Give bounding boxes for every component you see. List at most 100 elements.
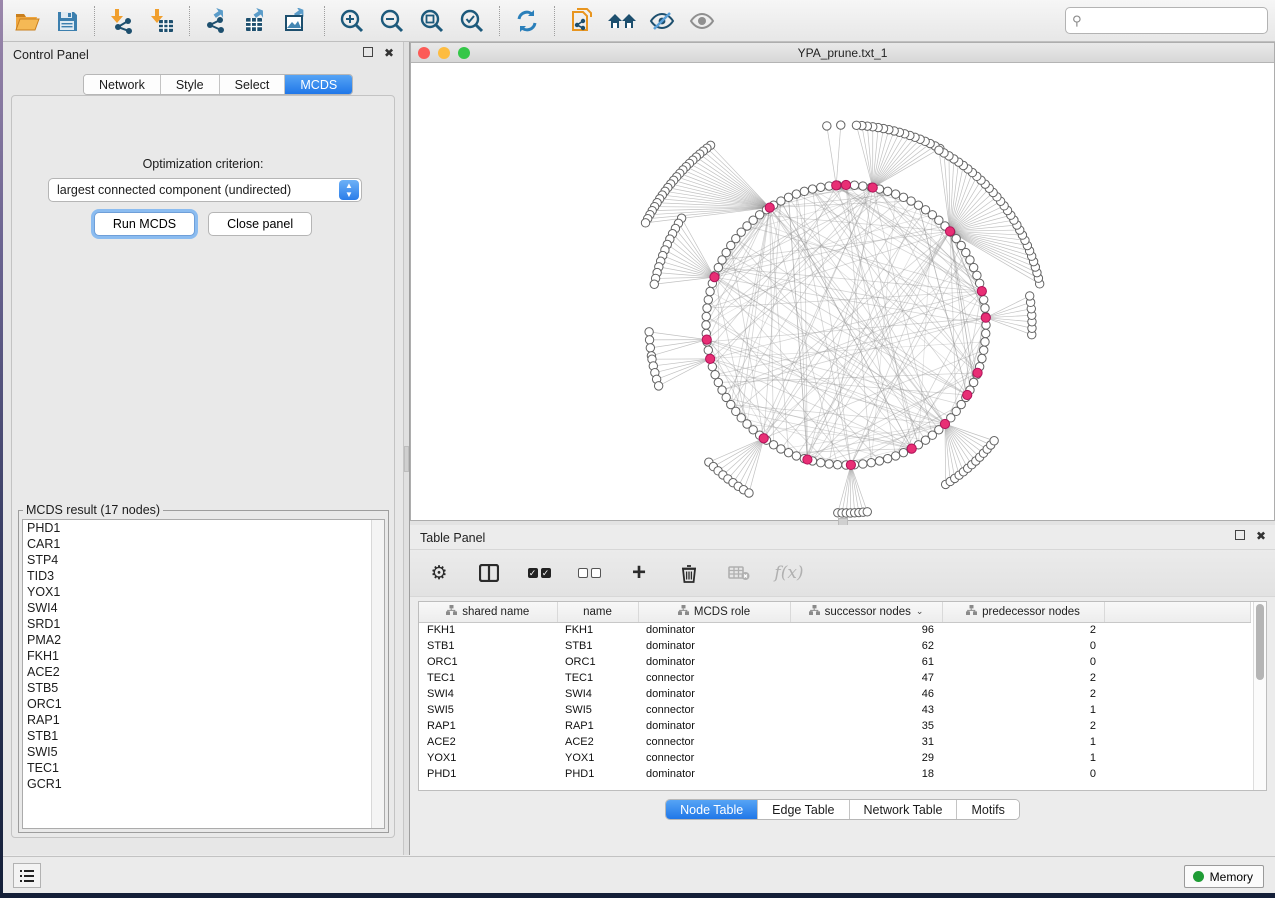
- table-tabs: Node TableEdge TableNetwork TableMotifs: [665, 799, 1020, 820]
- first-neighbors-icon[interactable]: [602, 3, 642, 39]
- select-all-icon[interactable]: ✓✓: [526, 560, 552, 586]
- search-input[interactable]: [1086, 8, 1267, 33]
- vertical-splitter[interactable]: [403, 42, 410, 855]
- float-panel-icon[interactable]: [363, 47, 373, 57]
- result-list-item[interactable]: PHD1: [23, 520, 384, 536]
- result-list-item[interactable]: YOX1: [23, 584, 384, 600]
- table-row[interactable]: STB1STB1dominator620: [419, 638, 1251, 654]
- splitter-grip[interactable]: [404, 446, 409, 472]
- show-all-icon[interactable]: [682, 3, 722, 39]
- task-history-icon[interactable]: [13, 863, 41, 888]
- result-list-item[interactable]: ACE2: [23, 664, 384, 680]
- deselect-all-icon[interactable]: [576, 560, 602, 586]
- result-list-item[interactable]: SRD1: [23, 616, 384, 632]
- save-session-icon[interactable]: [47, 3, 87, 39]
- tab-network-table[interactable]: Network Table: [850, 800, 958, 819]
- memory-button[interactable]: Memory: [1184, 865, 1264, 888]
- result-list-item[interactable]: RAP1: [23, 712, 384, 728]
- result-list-item[interactable]: TEC1: [23, 760, 384, 776]
- window-maximize-icon[interactable]: [458, 47, 470, 59]
- main-toolbar: ⚲: [3, 0, 1275, 42]
- function-builder-icon: f(x): [776, 560, 802, 586]
- close-panel-button[interactable]: Close panel: [208, 212, 312, 236]
- scrollbar-thumb[interactable]: [1256, 604, 1264, 680]
- export-network-icon[interactable]: [197, 3, 237, 39]
- table-row[interactable]: SWI5SWI5connector431: [419, 702, 1251, 718]
- table-row[interactable]: ACE2ACE2connector311: [419, 734, 1251, 750]
- hide-selection-icon[interactable]: [642, 3, 682, 39]
- result-list-item[interactable]: ORC1: [23, 696, 384, 712]
- table-cell: SWI4: [419, 686, 557, 702]
- column-header-MCDS-role[interactable]: MCDS role: [638, 602, 790, 622]
- close-panel-icon[interactable]: ✖: [383, 47, 395, 59]
- result-list-item[interactable]: SWI5: [23, 744, 384, 760]
- window-minimize-icon[interactable]: [438, 47, 450, 59]
- table-cell: dominator: [638, 638, 790, 654]
- toggle-panel-icon[interactable]: [476, 560, 502, 586]
- float-panel-icon[interactable]: [1235, 530, 1245, 540]
- window-close-icon[interactable]: [418, 47, 430, 59]
- zoom-fit-icon[interactable]: [412, 3, 452, 39]
- table-settings-icon[interactable]: ⚙: [426, 560, 452, 586]
- export-table-icon[interactable]: [237, 3, 277, 39]
- open-file-icon[interactable]: [7, 3, 47, 39]
- table-cell: YOX1: [557, 750, 638, 766]
- tab-style[interactable]: Style: [161, 75, 220, 94]
- toolbar-separator: [324, 6, 325, 36]
- result-list-item[interactable]: PMA2: [23, 632, 384, 648]
- table-cell: TEC1: [557, 670, 638, 686]
- result-list-item[interactable]: STP4: [23, 552, 384, 568]
- tab-network[interactable]: Network: [84, 75, 161, 94]
- column-header-name[interactable]: name: [557, 602, 638, 622]
- table-row[interactable]: FKH1FKH1dominator962: [419, 622, 1251, 638]
- result-list-item[interactable]: TID3: [23, 568, 384, 584]
- mcds-result-list[interactable]: PHD1CAR1STP4TID3YOX1SWI4SRD1PMA2FKH1ACE2…: [22, 519, 385, 829]
- column-header-shared-name[interactable]: shared name: [419, 602, 557, 622]
- import-network-icon[interactable]: [102, 3, 142, 39]
- result-list-item[interactable]: STB1: [23, 728, 384, 744]
- table-cell: STB1: [557, 638, 638, 654]
- column-header-predecessor-nodes[interactable]: predecessor nodes: [942, 602, 1104, 622]
- zoom-in-icon[interactable]: [332, 3, 372, 39]
- export-image-icon[interactable]: [277, 3, 317, 39]
- result-list-item[interactable]: FKH1: [23, 648, 384, 664]
- import-table-icon[interactable]: [142, 3, 182, 39]
- tab-node-table[interactable]: Node Table: [666, 800, 758, 819]
- toolbar-separator: [94, 6, 95, 36]
- table-cell: ACE2: [557, 734, 638, 750]
- result-scrollbar[interactable]: [371, 520, 384, 828]
- network-canvas[interactable]: [411, 63, 1274, 520]
- tab-edge-table[interactable]: Edge Table: [758, 800, 849, 819]
- table-panel: Table Panel ✖ ⚙ ✓✓ + f(x) shared n: [410, 525, 1275, 856]
- table-row[interactable]: RAP1RAP1dominator352: [419, 718, 1251, 734]
- new-network-from-selection-icon[interactable]: [562, 3, 602, 39]
- table-row[interactable]: YOX1YOX1connector291: [419, 750, 1251, 766]
- table-row[interactable]: SWI4SWI4dominator462: [419, 686, 1251, 702]
- result-list-item[interactable]: SWI4: [23, 600, 384, 616]
- tab-motifs[interactable]: Motifs: [957, 800, 1018, 819]
- table-cell: 0: [942, 638, 1104, 654]
- close-panel-icon[interactable]: ✖: [1255, 530, 1267, 542]
- table-row[interactable]: ORC1ORC1dominator610: [419, 654, 1251, 670]
- criterion-select[interactable]: largest connected component (undirected)…: [48, 178, 362, 202]
- result-list-item[interactable]: STB5: [23, 680, 384, 696]
- zoom-out-icon[interactable]: [372, 3, 412, 39]
- table-cell: YOX1: [419, 750, 557, 766]
- column-header-successor-nodes[interactable]: successor nodes⌄: [790, 602, 942, 622]
- table-row[interactable]: PHD1PHD1dominator180: [419, 766, 1251, 782]
- table-row[interactable]: TEC1TEC1connector472: [419, 670, 1251, 686]
- delete-column-icon[interactable]: [676, 560, 702, 586]
- result-list-item[interactable]: GCR1: [23, 776, 384, 792]
- result-list-item[interactable]: CAR1: [23, 536, 384, 552]
- import-table-data-icon: [726, 560, 752, 586]
- table-scrollbar[interactable]: [1253, 602, 1266, 790]
- tab-mcds[interactable]: MCDS: [285, 75, 352, 94]
- table-cell: 35: [790, 718, 942, 734]
- add-column-icon[interactable]: +: [626, 560, 652, 586]
- network-graph[interactable]: [411, 63, 1274, 520]
- zoom-selected-icon[interactable]: [452, 3, 492, 39]
- application-window: ⚲ Control Panel ✖ NetworkStyleSelectMCDS…: [3, 0, 1275, 893]
- run-mcds-button[interactable]: Run MCDS: [94, 212, 195, 236]
- tab-select[interactable]: Select: [220, 75, 286, 94]
- refresh-icon[interactable]: [507, 3, 547, 39]
